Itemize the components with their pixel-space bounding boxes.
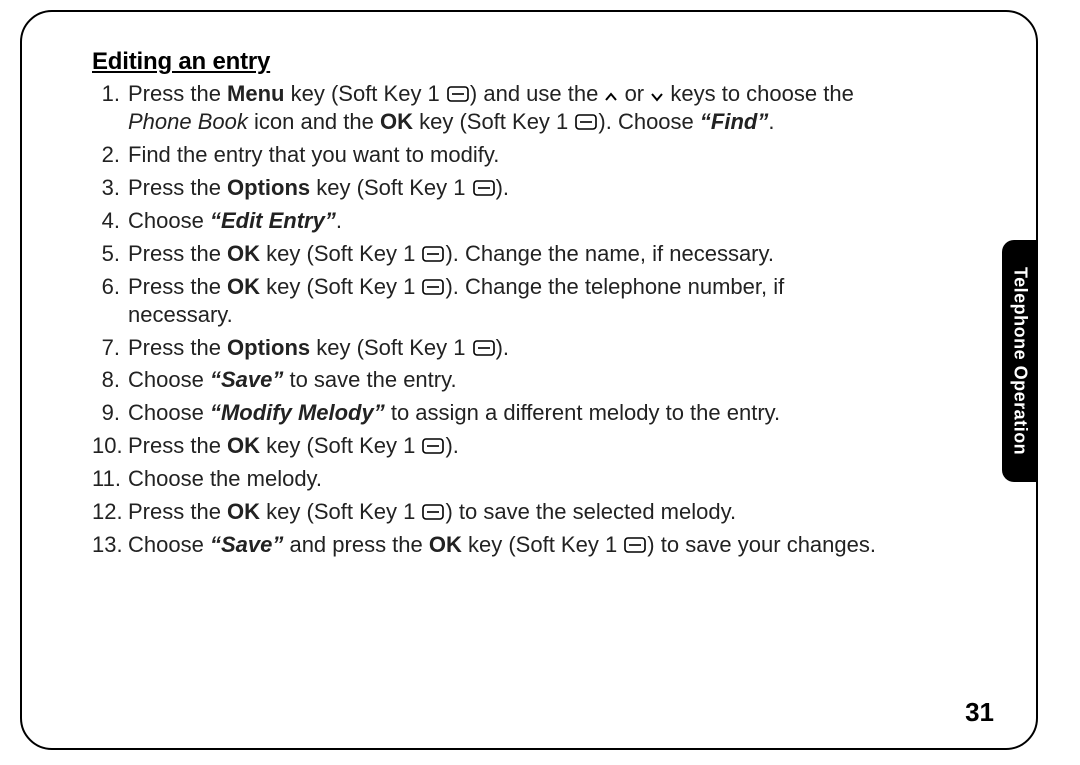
down-arrow-icon [650, 82, 664, 94]
text: Find the entry that you want to modify. [128, 142, 499, 167]
save-label: “Save” [210, 532, 283, 557]
page-number: 31 [965, 697, 994, 728]
step-2: Find the entry that you want to modify. [92, 141, 882, 169]
text: Choose [128, 532, 210, 557]
save-label: “Save” [210, 367, 283, 392]
ok-key-label: OK [429, 532, 462, 557]
text: ). [496, 335, 509, 360]
page-frame: Editing an entry Press the Menu key (Sof… [20, 10, 1038, 750]
text: key (Soft Key 1 [260, 499, 421, 524]
step-1: Press the Menu key (Soft Key 1 ) and use… [92, 80, 882, 136]
text: key (Soft Key 1 [310, 175, 471, 200]
step-4: Choose “Edit Entry”. [92, 207, 882, 235]
text: keys to choose the [664, 81, 854, 106]
ok-key-label: OK [380, 109, 413, 134]
edit-entry-label: “Edit Entry” [210, 208, 336, 233]
text: ) and use the [470, 81, 605, 106]
text: key (Soft Key 1 [310, 335, 471, 360]
section-heading: Editing an entry [92, 48, 956, 76]
text: Press the [128, 274, 227, 299]
text: key (Soft Key 1 [260, 433, 421, 458]
options-key-label: Options [227, 335, 310, 360]
step-11: Choose the melody. [92, 465, 882, 493]
text: Press the [128, 499, 227, 524]
step-10: Press the OK key (Soft Key 1 ). [92, 432, 882, 460]
softkey-icon [422, 433, 444, 449]
section-tab: Telephone Operation [1002, 240, 1038, 482]
text: ) to save the selected melody. [445, 499, 736, 524]
softkey-icon [422, 274, 444, 290]
ok-key-label: OK [227, 241, 260, 266]
find-label: “Find” [700, 109, 768, 134]
softkey-icon [422, 499, 444, 515]
text: key (Soft Key 1 [462, 532, 623, 557]
text: Press the [128, 241, 227, 266]
softkey-icon [447, 81, 469, 97]
text: to assign a different melody to the entr… [385, 400, 780, 425]
softkey-icon [575, 109, 597, 125]
text: Press the [128, 335, 227, 360]
ok-key-label: OK [227, 274, 260, 299]
step-6: Press the OK key (Soft Key 1 ). Change t… [92, 273, 882, 329]
section-tab-label: Telephone Operation [1010, 267, 1031, 455]
step-5: Press the OK key (Soft Key 1 ). Change t… [92, 240, 882, 268]
text: icon and the [248, 109, 380, 134]
up-arrow-icon [604, 82, 618, 94]
text: Choose [128, 400, 210, 425]
text: ) to save your changes. [647, 532, 876, 557]
text: Choose the melody. [128, 466, 322, 491]
text: and press the [283, 532, 429, 557]
text: key (Soft Key 1 [413, 109, 574, 134]
text: key (Soft Key 1 [260, 274, 421, 299]
text: or [618, 81, 650, 106]
text: key (Soft Key 1 [285, 81, 446, 106]
steps-list: Press the Menu key (Soft Key 1 ) and use… [92, 80, 882, 559]
text: ). Change the name, if necessary. [445, 241, 774, 266]
menu-key-label: Menu [227, 81, 284, 106]
step-3: Press the Options key (Soft Key 1 ). [92, 174, 882, 202]
step-12: Press the OK key (Soft Key 1 ) to save t… [92, 498, 882, 526]
step-13: Choose “Save” and press the OK key (Soft… [92, 531, 882, 559]
text: ). [496, 175, 509, 200]
text: to save the entry. [283, 367, 456, 392]
softkey-icon [422, 241, 444, 257]
text: Press the [128, 433, 227, 458]
ok-key-label: OK [227, 499, 260, 524]
text: Press the [128, 81, 227, 106]
modify-melody-label: “Modify Melody” [210, 400, 385, 425]
phone-book-label: Phone Book [128, 109, 248, 134]
text: ). Choose [598, 109, 700, 134]
options-key-label: Options [227, 175, 310, 200]
text: Press the [128, 175, 227, 200]
softkey-icon [624, 532, 646, 548]
step-9: Choose “Modify Melody” to assign a diffe… [92, 399, 882, 427]
step-7: Press the Options key (Soft Key 1 ). [92, 334, 882, 362]
softkey-icon [473, 335, 495, 351]
softkey-icon [473, 175, 495, 191]
text: ). [445, 433, 458, 458]
text: key (Soft Key 1 [260, 241, 421, 266]
text: Choose [128, 367, 210, 392]
text: . [768, 109, 774, 134]
text: Choose [128, 208, 210, 233]
text: . [336, 208, 342, 233]
ok-key-label: OK [227, 433, 260, 458]
step-8: Choose “Save” to save the entry. [92, 366, 882, 394]
